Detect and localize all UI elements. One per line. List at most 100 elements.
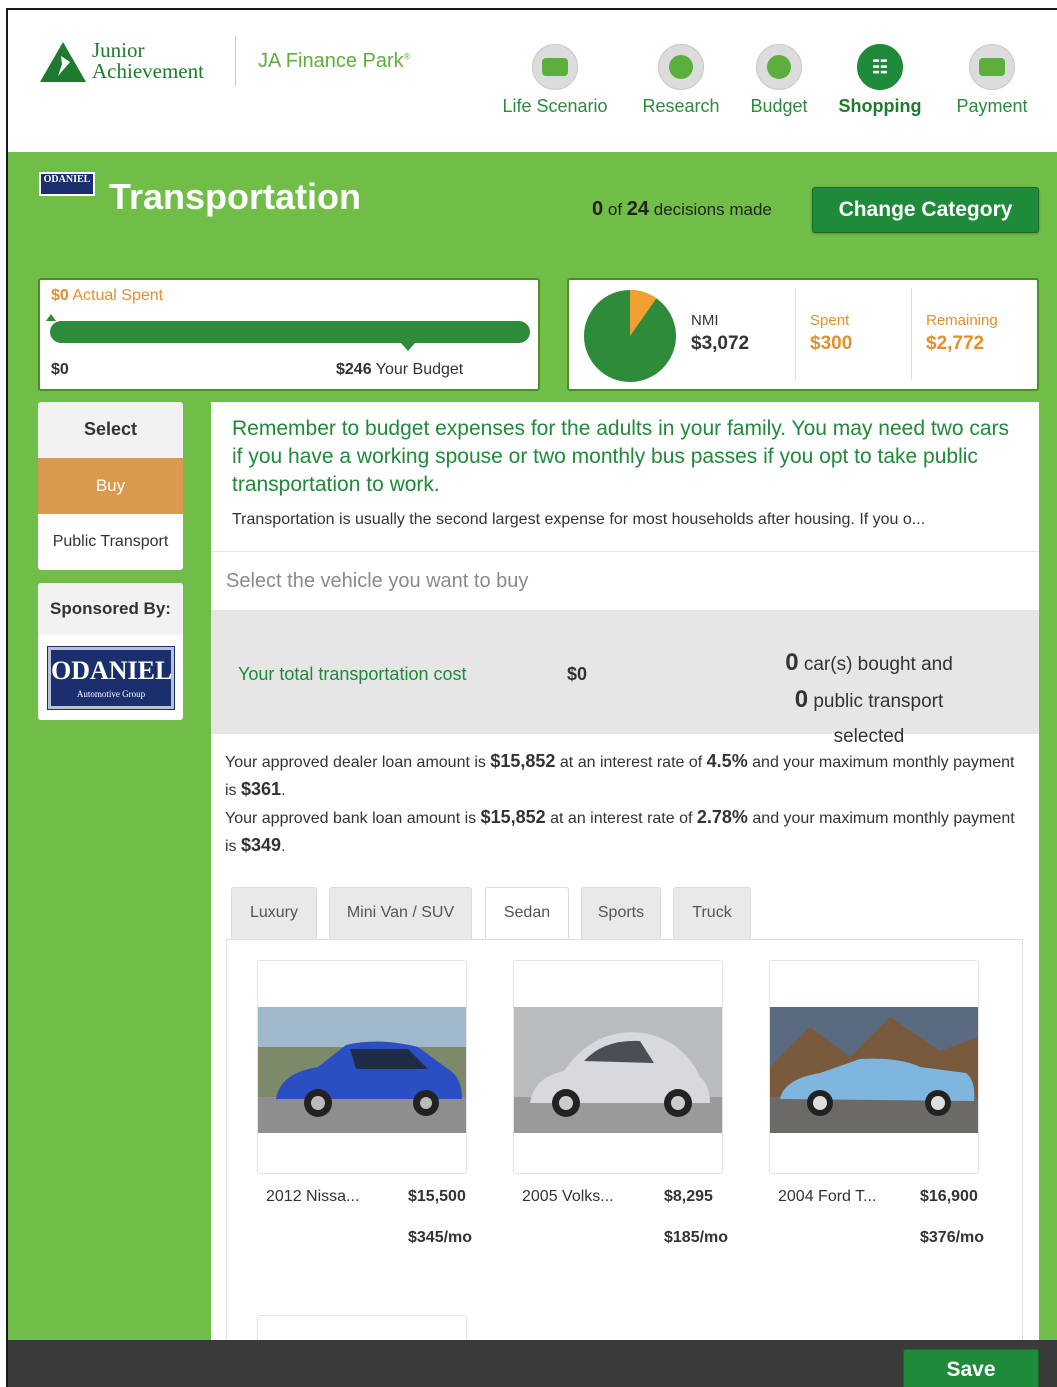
total-cost-amount: $0 (567, 664, 588, 684)
bank-loan-mid: at an interest rate of (550, 810, 693, 827)
ja-triangle-icon (40, 42, 86, 82)
vehicle-price: $8,295 (664, 1188, 713, 1205)
nav-payment-label: Payment (956, 96, 1028, 116)
sponsor-mini-logo: ODANIEL (39, 172, 95, 196)
public-transport-text: public transport selected (813, 691, 944, 747)
nmi-summary-box: NMI $3,072 Spent $300 Remaining $2,772 (567, 278, 1039, 391)
nav-shopping-label: Shopping (838, 96, 922, 116)
decisions-total-count: 24 (626, 198, 650, 220)
nav-budget[interactable]: Budget (744, 44, 814, 117)
nav-life-scenario-label: Life Scenario (502, 96, 608, 116)
globe-icon (658, 44, 704, 90)
bank-loan-rate: 2.78% (696, 807, 748, 827)
decisions-counter: 0 of 24 decisions made (592, 198, 772, 221)
coin-icon (756, 44, 802, 90)
decisions-of: of (607, 200, 623, 219)
remaining-column: Remaining $2,772 (911, 288, 1031, 381)
sponsor-mini-text: ODANIEL (43, 174, 91, 185)
nmi-value: $3,072 (691, 333, 750, 354)
budget-label: Your Budget (375, 361, 464, 378)
footer-bar (8, 1340, 1057, 1387)
vehicle-image-frame (257, 960, 467, 1174)
sponsored-by-label: Sponsored By: (38, 583, 183, 635)
card-icon (532, 44, 578, 90)
sponsor-subtitle: Automotive Group (76, 689, 146, 699)
page-title: Transportation (109, 176, 362, 217)
sidebar-item-buy[interactable]: Buy (38, 458, 183, 514)
credit-card-icon (969, 44, 1015, 90)
car-photo-ford-thunderbird (770, 1007, 978, 1133)
vehicle-grid: 2012 Nissa... $15,500 $345/mo 2005 Volks… (226, 939, 1023, 1387)
sidebar-item-public-transport[interactable]: Public Transport (38, 514, 183, 570)
nmi-pie-chart (584, 290, 676, 382)
budget-progress-box: $0 Actual Spent $0 $246 Your Budget (38, 278, 540, 391)
sponsor-box: Sponsored By: ODANIEL Automotive Group (38, 583, 183, 720)
transportation-cost-band: Your total transportation cost $0 0 car(… (211, 610, 1039, 747)
odaniel-sponsor-logo[interactable]: ODANIEL Automotive Group (47, 646, 175, 710)
vehicle-card[interactable]: 2005 Volks... $8,295 $185/mo (513, 960, 728, 1246)
public-transport-line: 0 public transport selected (759, 682, 979, 754)
save-button[interactable]: Save (903, 1349, 1039, 1387)
cars-bought-count: 0 (785, 649, 799, 676)
cart-icon: ☷ (857, 44, 903, 90)
nmi-label: NMI (691, 312, 719, 329)
bank-loan-pre: Your approved bank loan amount is (225, 810, 477, 827)
park-registered-mark: ® (403, 51, 411, 62)
top-header: Junior Achievement JA Finance Park® Life… (8, 10, 1057, 152)
budget-marker (401, 343, 415, 351)
dealer-loan-pre: Your approved dealer loan amount is (225, 754, 486, 771)
vehicle-card[interactable]: 2004 Ford T... $16,900 $376/mo (769, 960, 984, 1246)
tab-mini-van-suv[interactable]: Mini Van / SUV (329, 887, 472, 940)
total-cost-label: Your total transportation cost (238, 664, 467, 684)
actual-spent-label: Actual Spent (72, 287, 164, 304)
app-frame: Junior Achievement JA Finance Park® Life… (6, 8, 1057, 1387)
dealer-loan-amount: $15,852 (490, 751, 556, 771)
budget-progress-bar (50, 321, 530, 343)
nav-budget-label: Budget (750, 96, 808, 116)
nav-life-scenario[interactable]: Life Scenario (498, 44, 612, 117)
vehicle-monthly: $345/mo (408, 1229, 473, 1246)
spent-value: $300 (810, 333, 853, 354)
tab-luxury[interactable]: Luxury (231, 887, 317, 940)
vehicle-image-frame (769, 960, 979, 1174)
logo-line-2: Achievement (92, 59, 204, 83)
nav-research-label: Research (642, 96, 720, 116)
nmi-column: NMI $3,072 (691, 288, 793, 381)
your-budget: $246 Your Budget (336, 361, 463, 379)
spent-label: Spent (810, 312, 850, 329)
decisions-made-count: 0 (592, 198, 604, 220)
dealer-loan-payment: $361 (241, 779, 282, 799)
change-category-button[interactable]: Change Category (812, 187, 1039, 233)
tip-main-text: Remember to budget expenses for the adul… (232, 417, 1010, 496)
car-photo-volkswagen (514, 1007, 722, 1133)
bank-loan-payment: $349 (241, 835, 282, 855)
tab-truck[interactable]: Truck (673, 887, 751, 940)
logo-wordmark: Junior Achievement (92, 40, 204, 82)
remaining-label: Remaining (926, 312, 998, 329)
header-divider (235, 36, 236, 86)
nav-research[interactable]: Research (636, 44, 726, 117)
nav-payment[interactable]: Payment (950, 44, 1034, 117)
actual-spent: $0 Actual Spent (51, 287, 163, 305)
budget-min-label: $0 (51, 361, 69, 378)
nav-shopping[interactable]: ☷ Shopping (834, 44, 926, 117)
dealer-loan-mid: at an interest rate of (559, 754, 703, 771)
dealer-loan-text: Your approved dealer loan amount is $15,… (225, 751, 1015, 799)
car-photo-nissan (258, 1007, 466, 1133)
vehicle-name: 2005 Volks... (522, 1188, 614, 1205)
cars-bought-line: 0 car(s) bought and (759, 645, 979, 682)
public-transport-count: 0 (794, 686, 809, 713)
tip-secondary-text[interactable]: Transportation is usually the second lar… (232, 511, 1019, 529)
bank-loan-text: Your approved bank loan amount is $15,85… (225, 807, 1015, 855)
park-name-text: JA Finance Park (258, 50, 404, 72)
junior-achievement-logo[interactable]: Junior Achievement (40, 40, 220, 90)
tab-sports[interactable]: Sports (581, 887, 661, 940)
spent-column: Spent $300 (795, 288, 911, 381)
vehicle-monthly: $185/mo (664, 1229, 729, 1246)
vehicle-image-frame (513, 960, 723, 1174)
tab-sedan[interactable]: Sedan (485, 887, 569, 941)
bank-loan-amount: $15,852 (480, 807, 546, 827)
vehicle-card[interactable]: 2012 Nissa... $15,500 $345/mo (257, 960, 472, 1246)
main-panel: Remember to budget expenses for the adul… (211, 402, 1039, 1387)
content-area: ODANIEL Transportation 0 of 24 decisions… (8, 152, 1057, 1387)
